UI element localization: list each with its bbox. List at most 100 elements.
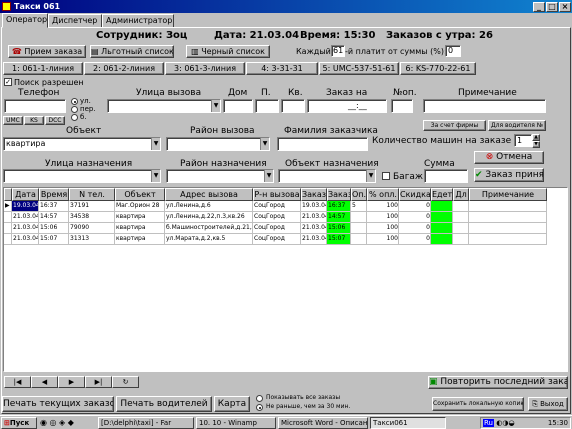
- table-cell[interactable]: СоцГород: [253, 234, 301, 245]
- line-button-2[interactable]: 2: 061-2-линия: [84, 62, 164, 75]
- row-indicator[interactable]: [4, 223, 12, 234]
- table-cell[interactable]: 0: [399, 212, 431, 223]
- exit-button[interactable]: ⎘ Выход: [528, 397, 568, 411]
- line-button-1[interactable]: 1: 061-1-линия: [3, 62, 83, 75]
- operator-number-input[interactable]: [391, 99, 413, 113]
- table-cell[interactable]: 21.03.04: [12, 234, 39, 245]
- table-cell[interactable]: 79090: [69, 223, 115, 234]
- car-count-down-button[interactable]: ▼: [532, 141, 540, 148]
- radio-street[interactable]: [71, 98, 78, 105]
- tab-admin[interactable]: Администратор: [102, 14, 174, 28]
- table-cell[interactable]: квартира: [115, 212, 165, 223]
- table-cell[interactable]: 21.03.04: [301, 212, 327, 223]
- nav-last-button[interactable]: ▶|: [85, 376, 112, 388]
- table-cell[interactable]: 5: [351, 201, 367, 212]
- table-cell[interactable]: 100: [367, 223, 399, 234]
- house-input[interactable]: [223, 99, 253, 113]
- print-orders-button[interactable]: Печать текущих заказов: [2, 396, 114, 412]
- chevron-down-icon[interactable]: ▼: [366, 170, 375, 182]
- column-header[interactable]: % опл.: [367, 188, 399, 201]
- table-cell[interactable]: 15:06: [39, 223, 69, 234]
- tab-dispatcher[interactable]: Диспетчер: [48, 14, 102, 28]
- table-cell[interactable]: [469, 212, 547, 223]
- nav-next-button[interactable]: ▶: [58, 376, 85, 388]
- table-cell[interactable]: ул.Ленина,д.22,п.3,кв.26: [165, 212, 253, 223]
- column-header[interactable]: Дата: [12, 188, 39, 201]
- table-cell[interactable]: [453, 212, 469, 223]
- dest-district-select[interactable]: ▼: [166, 169, 274, 183]
- table-cell[interactable]: 19.03.04: [301, 201, 327, 212]
- line-button-3[interactable]: 3: 061-3-линия: [165, 62, 245, 75]
- car-count-input[interactable]: 1: [514, 134, 532, 147]
- row-indicator[interactable]: ▶: [4, 201, 12, 212]
- minimize-button[interactable]: _: [533, 2, 545, 12]
- table-cell[interactable]: 14:57: [39, 212, 69, 223]
- table-cell[interactable]: 21.03.04: [12, 223, 39, 234]
- car-count-up-button[interactable]: ▲: [532, 134, 540, 141]
- start-button[interactable]: ⊞Пуск: [1, 417, 37, 429]
- table-cell[interactable]: квартира: [115, 234, 165, 245]
- table-cell[interactable]: 15:07: [327, 234, 351, 245]
- radio-boulevard[interactable]: [71, 114, 78, 121]
- maximize-button[interactable]: □: [546, 2, 558, 12]
- orders-table[interactable]: Дата Время N тел. Объект Адрес вызова Р-…: [3, 187, 568, 372]
- table-cell[interactable]: [453, 234, 469, 245]
- column-header[interactable]: Время: [39, 188, 69, 201]
- table-cell[interactable]: СоцГород: [253, 201, 301, 212]
- nav-first-button[interactable]: |◀: [4, 376, 31, 388]
- repeat-last-order-button[interactable]: ▣ Повторить последний заказ: [428, 376, 568, 389]
- close-button[interactable]: ×: [559, 2, 571, 12]
- chevron-down-icon[interactable]: ▼: [260, 138, 269, 150]
- table-cell[interactable]: 0: [399, 234, 431, 245]
- table-cell[interactable]: [431, 223, 453, 234]
- table-cell[interactable]: 0: [399, 201, 431, 212]
- table-cell[interactable]: 21.03.04: [301, 223, 327, 234]
- operator-dcc-button[interactable]: DCC: [45, 116, 65, 125]
- table-cell[interactable]: 34538: [69, 212, 115, 223]
- order-at-input[interactable]: __:__: [307, 99, 387, 113]
- customer-input[interactable]: [277, 137, 368, 151]
- baggage-checkbox[interactable]: [382, 172, 390, 180]
- table-cell[interactable]: [469, 223, 547, 234]
- note-input[interactable]: [423, 99, 546, 113]
- table-cell[interactable]: [431, 234, 453, 245]
- table-cell[interactable]: 100: [367, 201, 399, 212]
- column-header[interactable]: Объект: [115, 188, 165, 201]
- table-cell[interactable]: 0: [399, 223, 431, 234]
- nav-refresh-button[interactable]: ↻: [112, 376, 139, 388]
- save-local-copy-button[interactable]: Сохранить локальную копию: [432, 397, 524, 411]
- table-row[interactable]: ▶ 19.03.04 16:37 37191 Маг.Орион 28 ул.Ленина…: [4, 201, 547, 212]
- table-cell[interactable]: 21.03.04: [12, 212, 39, 223]
- radio-not-earlier[interactable]: [256, 404, 263, 411]
- table-cell[interactable]: квартира: [115, 223, 165, 234]
- row-indicator[interactable]: [4, 234, 12, 245]
- receive-order-button[interactable]: ☎ Прием заказа: [8, 45, 86, 58]
- language-indicator[interactable]: Ru: [483, 419, 494, 427]
- table-cell[interactable]: [469, 234, 547, 245]
- chevron-down-icon[interactable]: ▼: [264, 170, 273, 182]
- column-header[interactable]: Заказ: [327, 188, 351, 201]
- table-cell[interactable]: 21.03.04: [301, 234, 327, 245]
- table-cell[interactable]: 100: [367, 234, 399, 245]
- column-header[interactable]: Адрес вызова: [165, 188, 253, 201]
- table-cell[interactable]: [351, 223, 367, 234]
- table-cell[interactable]: [351, 234, 367, 245]
- column-header[interactable]: Заказ: [301, 188, 327, 201]
- column-header[interactable]: Примечание: [469, 188, 547, 201]
- table-cell[interactable]: [469, 201, 547, 212]
- radio-show-all[interactable]: [256, 395, 263, 402]
- table-cell[interactable]: СоцГород: [253, 223, 301, 234]
- table-row[interactable]: 21.03.04 15:06 79090 квартира б.Машиностроит…: [4, 223, 547, 234]
- dest-street-select[interactable]: ▼: [3, 169, 161, 183]
- taskbar-item-far[interactable]: [D:\delphi\taxi] - Far: [98, 417, 194, 429]
- search-allowed-checkbox[interactable]: ✓: [4, 78, 12, 86]
- object-select[interactable]: квартира ▼: [3, 137, 161, 151]
- percent-input[interactable]: 0: [445, 45, 461, 57]
- order-accepted-button[interactable]: ✔ Заказ принят: [474, 168, 544, 182]
- chevron-down-icon[interactable]: ▼: [151, 138, 160, 150]
- radio-lane[interactable]: [71, 106, 78, 113]
- black-list-button[interactable]: ▥ Черный список: [186, 45, 270, 58]
- table-cell[interactable]: 31313: [69, 234, 115, 245]
- operator-ks-button[interactable]: KS: [24, 116, 44, 125]
- entrance-input[interactable]: [255, 99, 279, 113]
